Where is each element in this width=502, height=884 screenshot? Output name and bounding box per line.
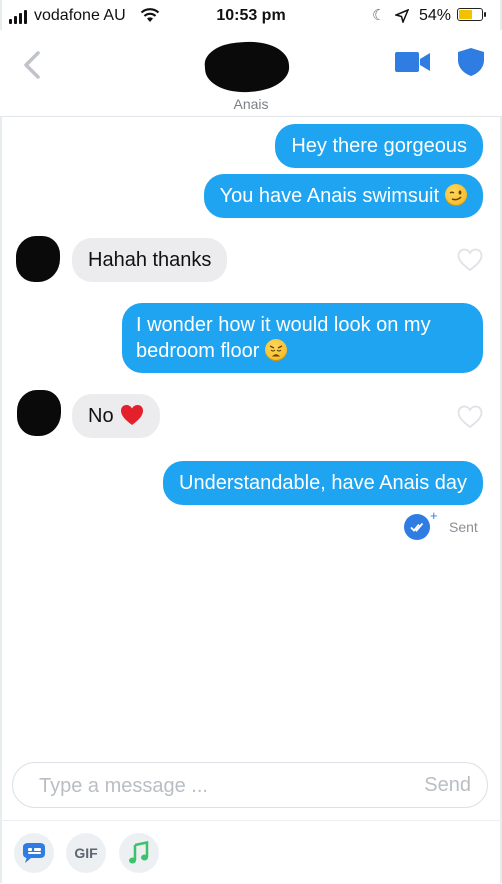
do-not-disturb-icon: ☾ — [372, 7, 386, 24]
match-name[interactable]: Anais — [0, 96, 502, 112]
shield-icon[interactable] — [457, 47, 485, 77]
incoming-message[interactable]: Hahah thanks — [72, 238, 228, 282]
winking-face-icon — [445, 184, 467, 206]
outgoing-message[interactable]: You have Anais swimsuit — [203, 174, 483, 218]
message-text: Hahah thanks — [88, 249, 212, 271]
message-text: You have Anais swimsuit — [219, 185, 439, 207]
chat-header: Anais — [0, 30, 502, 117]
message-input[interactable] — [37, 772, 401, 800]
back-icon[interactable] — [20, 50, 44, 80]
gif-label: GIF — [74, 845, 98, 861]
status-bar: vodafone AU 10:53 pm ☾ 54% — [0, 0, 502, 30]
chat-bubble-button[interactable] — [14, 833, 54, 873]
music-note-icon — [129, 841, 149, 864]
message-text: Understandable, have Anais day — [179, 472, 467, 494]
message-composer: Send — [12, 762, 488, 808]
match-avatar[interactable] — [17, 390, 61, 436]
location-arrow-icon — [395, 9, 409, 23]
red-heart-icon — [120, 405, 143, 425]
incoming-message[interactable]: No — [72, 394, 160, 438]
music-button[interactable] — [119, 833, 159, 873]
chat-bubble-icon — [23, 843, 45, 863]
gif-button[interactable]: GIF — [66, 833, 106, 873]
weary-face-icon — [265, 339, 288, 361]
read-receipt-check-icon — [404, 514, 430, 540]
heart-like-icon[interactable] — [457, 248, 483, 272]
match-avatar[interactable] — [16, 236, 60, 282]
message-text: No — [88, 405, 114, 427]
plus-icon: + — [430, 508, 438, 523]
outgoing-message[interactable]: Understandable, have Anais day — [163, 461, 483, 505]
send-button[interactable]: Send — [424, 774, 471, 797]
outgoing-message[interactable]: Hey there gorgeous — [275, 124, 483, 168]
match-avatar[interactable] — [203, 39, 291, 95]
outgoing-message[interactable]: I wonder how it would look on my bedroom… — [122, 303, 483, 373]
message-text: Hey there gorgeous — [291, 135, 467, 157]
composer-toolbar: GIF — [0, 820, 502, 884]
heart-like-icon[interactable] — [457, 405, 483, 429]
battery-percentage: 54% — [419, 7, 452, 24]
video-call-icon[interactable] — [395, 50, 431, 74]
battery-icon — [457, 8, 486, 21]
sent-label: Sent — [449, 519, 478, 535]
